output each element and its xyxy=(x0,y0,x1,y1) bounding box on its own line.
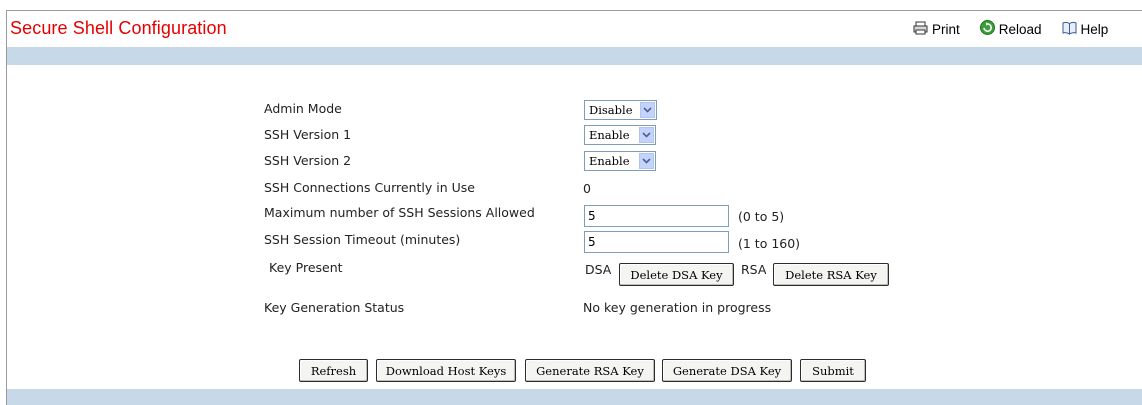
generate-dsa-key-button[interactable]: Generate DSA Key xyxy=(662,359,792,382)
help-button[interactable]: Help xyxy=(1062,21,1109,38)
printer-icon xyxy=(913,21,932,38)
generate-rsa-key-button[interactable]: Generate RSA Key xyxy=(525,359,655,382)
reload-button[interactable]: Reload xyxy=(979,20,1042,38)
ssh-version-1-select[interactable]: Enable xyxy=(584,125,656,145)
footer-band xyxy=(7,389,1142,405)
session-timeout-input[interactable] xyxy=(584,231,729,253)
submit-button[interactable]: Submit xyxy=(800,359,866,382)
refresh-button[interactable]: Refresh xyxy=(299,359,368,382)
reload-icon xyxy=(979,20,999,38)
print-button[interactable]: Print xyxy=(913,21,960,38)
key-generation-status-label: Key Generation Status xyxy=(264,300,405,315)
chevron-down-icon xyxy=(639,127,654,143)
session-timeout-label: SSH Session Timeout (minutes) xyxy=(264,232,461,247)
admin-mode-select[interactable]: Disable xyxy=(584,100,657,120)
ssh-version-2-label: SSH Version 2 xyxy=(264,153,352,168)
key-generation-status-value: No key generation in progress xyxy=(583,300,772,315)
download-host-keys-button[interactable]: Download Host Keys xyxy=(376,359,516,382)
dsa-label: DSA xyxy=(585,262,612,277)
ssh-version-2-select[interactable]: Enable xyxy=(584,151,656,171)
content-frame xyxy=(6,10,1142,405)
session-timeout-range: (1 to 160) xyxy=(738,236,801,251)
max-sessions-range: (0 to 5) xyxy=(738,209,785,224)
delete-dsa-key-button[interactable]: Delete DSA Key xyxy=(619,263,734,286)
toolbar: Print Reload Help xyxy=(913,20,1108,38)
ssh-version-1-label: SSH Version 1 xyxy=(264,127,352,142)
help-label: Help xyxy=(1080,21,1109,37)
rsa-label: RSA xyxy=(741,262,767,277)
ssh-connections-value: 0 xyxy=(583,181,591,196)
chevron-down-icon xyxy=(639,153,654,169)
chevron-down-icon xyxy=(640,102,655,118)
print-label: Print xyxy=(932,21,960,37)
max-sessions-label: Maximum number of SSH Sessions Allowed xyxy=(264,205,535,220)
header-band xyxy=(7,47,1142,65)
reload-label: Reload xyxy=(998,21,1042,37)
key-present-label: Key Present xyxy=(269,260,343,275)
delete-rsa-key-button[interactable]: Delete RSA Key xyxy=(773,263,889,286)
ssh-connections-label: SSH Connections Currently in Use xyxy=(264,180,475,195)
page-title: Secure Shell Configuration xyxy=(10,18,227,38)
admin-mode-label: Admin Mode xyxy=(264,101,342,116)
help-book-icon xyxy=(1062,21,1081,38)
max-sessions-input[interactable] xyxy=(584,205,729,227)
